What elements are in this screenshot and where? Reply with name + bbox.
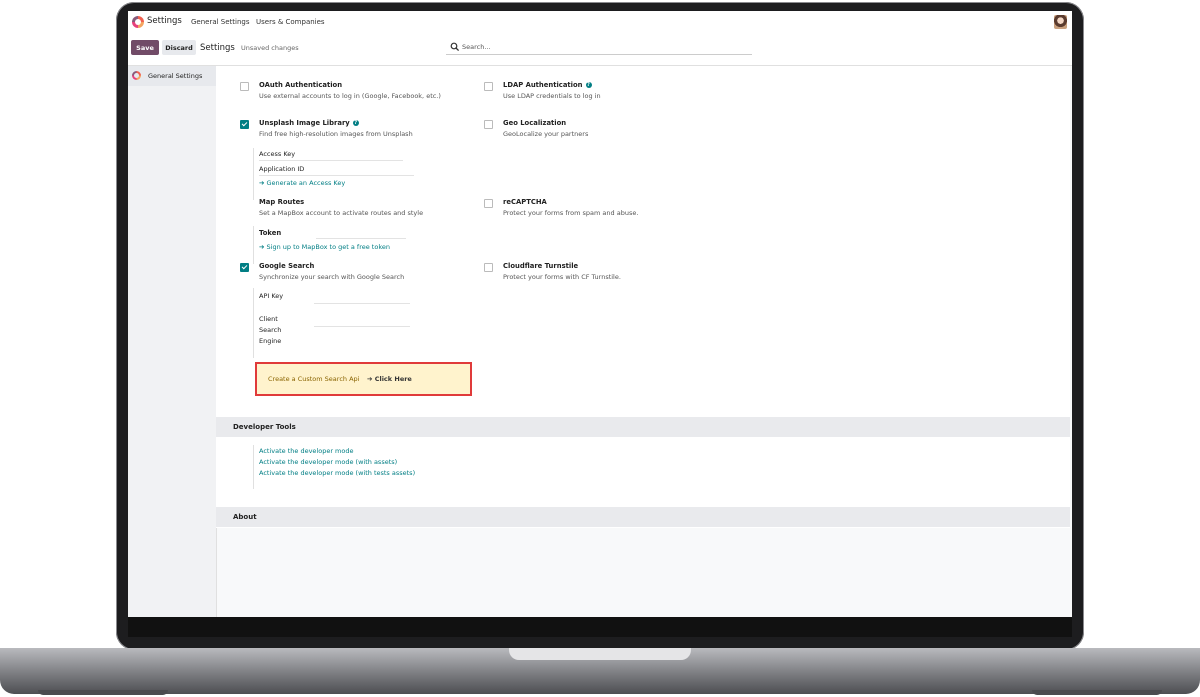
map-routes-title: Map Routes bbox=[259, 198, 305, 206]
screen-bezel-bottom bbox=[128, 617, 1072, 637]
ldap-desc: Use LDAP credentials to log in bbox=[503, 92, 601, 100]
application-id-field[interactable] bbox=[259, 175, 414, 176]
unsplash-indent-bar bbox=[253, 148, 254, 200]
settings-sidebar: General Settings bbox=[128, 66, 217, 617]
about-header: About bbox=[216, 507, 1070, 527]
activate-dev-mode-assets-link[interactable]: Activate the developer mode (with assets… bbox=[259, 458, 397, 466]
custom-search-api-banner: Create a Custom Search Api ➔ Click Here bbox=[255, 362, 472, 396]
recaptcha-checkbox[interactable] bbox=[484, 199, 493, 208]
settings-content: OAuth Authentication Use external accoun… bbox=[216, 66, 1070, 528]
developer-indent-bar bbox=[253, 445, 254, 489]
activate-dev-mode-tests-link[interactable]: Activate the developer mode (with tests … bbox=[259, 469, 415, 477]
search-input[interactable] bbox=[462, 41, 742, 52]
turnstile-desc: Protect your forms with CF Turnstile. bbox=[503, 273, 621, 281]
oauth-desc: Use external accounts to log in (Google,… bbox=[259, 92, 441, 100]
google-search-title: Google Search bbox=[259, 262, 315, 270]
unsplash-checkbox[interactable] bbox=[240, 120, 249, 129]
laptop-notch bbox=[509, 648, 691, 660]
cse-label-line2: Search bbox=[259, 326, 282, 334]
client-search-engine-field[interactable] bbox=[314, 326, 410, 327]
geo-localization-title: Geo Localization bbox=[503, 119, 567, 127]
mapbox-signup-link[interactable]: ➔ Sign up to MapBox to get a free token bbox=[259, 243, 390, 251]
map-routes-desc: Set a MapBox account to activate routes … bbox=[259, 209, 424, 217]
menu-general-settings[interactable]: General Settings bbox=[191, 18, 250, 26]
click-here-link[interactable]: ➔ Click Here bbox=[367, 375, 412, 383]
save-button[interactable]: Save bbox=[131, 40, 159, 55]
oauth-title: OAuth Authentication bbox=[259, 81, 343, 89]
developer-tools-title: Developer Tools bbox=[233, 423, 296, 431]
odoo-app-icon bbox=[132, 71, 141, 80]
sidebar-item-label: General Settings bbox=[148, 72, 203, 80]
activate-dev-mode-link[interactable]: Activate the developer mode bbox=[259, 447, 354, 455]
cse-label-line3: Engine bbox=[259, 337, 282, 345]
sidebar-item-general-settings[interactable]: General Settings bbox=[128, 66, 216, 86]
user-avatar[interactable] bbox=[1054, 15, 1067, 29]
about-title: About bbox=[233, 513, 257, 521]
discard-button[interactable]: Discard bbox=[162, 40, 196, 55]
ldap-title: LDAP Authentication? bbox=[503, 81, 592, 89]
recaptcha-title: reCAPTCHA bbox=[503, 198, 547, 206]
geo-localization-desc: GeoLocalize your partners bbox=[503, 130, 589, 138]
odoo-logo-icon[interactable] bbox=[132, 16, 144, 28]
help-icon[interactable]: ? bbox=[352, 120, 359, 126]
custom-search-api-label: Create a Custom Search Api bbox=[268, 375, 360, 383]
control-panel: Save Discard Settings Unsaved changes bbox=[128, 35, 1072, 66]
access-key-label: Access Key bbox=[259, 150, 296, 158]
search-icon bbox=[450, 42, 460, 52]
google-search-indent-bar bbox=[253, 288, 254, 358]
access-key-field[interactable] bbox=[259, 160, 403, 161]
geo-localization-checkbox[interactable] bbox=[484, 120, 493, 129]
application-id-label: Application ID bbox=[259, 165, 305, 173]
api-key-field[interactable] bbox=[314, 303, 410, 304]
turnstile-title: Cloudflare Turnstile bbox=[503, 262, 579, 270]
menu-users-companies[interactable]: Users & Companies bbox=[256, 18, 325, 26]
api-key-label: API Key bbox=[259, 292, 284, 300]
top-navbar: Settings General Settings Users & Compan… bbox=[128, 11, 1072, 36]
turnstile-checkbox[interactable] bbox=[484, 263, 493, 272]
map-routes-indent-bar bbox=[253, 226, 254, 264]
app-name[interactable]: Settings bbox=[147, 16, 182, 26]
unsplash-desc: Find free high-resolution images from Un… bbox=[259, 130, 413, 138]
help-icon[interactable]: ? bbox=[585, 82, 592, 88]
oauth-checkbox[interactable] bbox=[240, 82, 249, 91]
developer-tools-header: Developer Tools bbox=[216, 417, 1070, 437]
laptop-foot-right bbox=[1032, 690, 1162, 695]
cse-label-line1: Client bbox=[259, 315, 278, 323]
app-screen: Settings General Settings Users & Compan… bbox=[128, 11, 1072, 617]
search-bar[interactable] bbox=[446, 40, 752, 55]
laptop-foot-left bbox=[38, 690, 168, 695]
token-label: Token bbox=[259, 229, 282, 237]
unsaved-status: Unsaved changes bbox=[241, 44, 299, 52]
breadcrumb: Settings bbox=[200, 43, 235, 53]
google-search-desc: Synchronize your search with Google Sear… bbox=[259, 273, 405, 281]
recaptcha-desc: Protect your forms from spam and abuse. bbox=[503, 209, 639, 217]
unsplash-title: Unsplash Image Library? bbox=[259, 119, 359, 127]
ldap-checkbox[interactable] bbox=[484, 82, 493, 91]
generate-access-key-link[interactable]: ➔ Generate an Access Key bbox=[259, 179, 345, 187]
google-search-checkbox[interactable] bbox=[240, 263, 249, 272]
token-field[interactable] bbox=[316, 238, 406, 239]
